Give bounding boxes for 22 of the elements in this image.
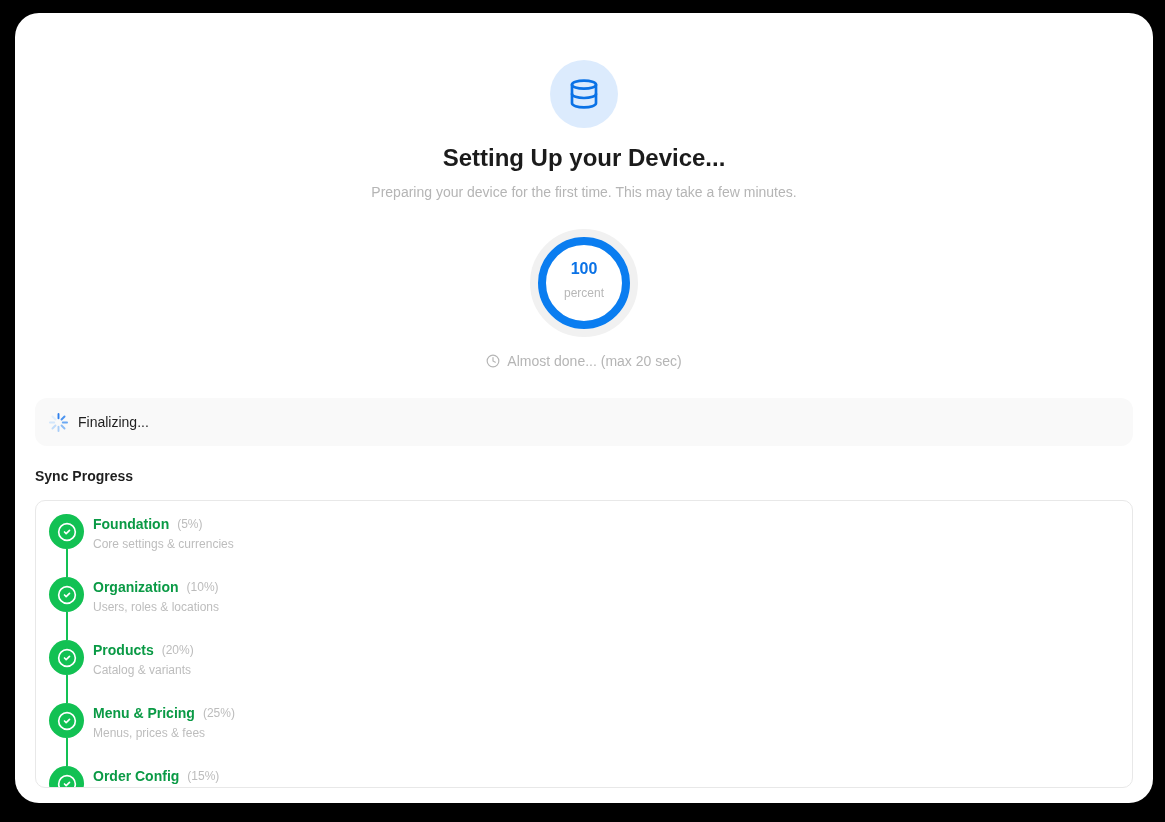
step-share: (10%) [186,579,219,595]
step-share: (20%) [161,642,194,658]
setup-subtitle: Preparing your device for the first time. This may take a few minutes. [371,183,797,202]
step-description: Catalog & variants [93,662,193,678]
clock-icon [486,354,501,368]
progress-value: 100 [570,259,598,279]
step-title: Order Config [93,767,180,785]
setup-title: Setting Up your Device... [442,143,726,173]
progress-unit: percent [564,285,604,301]
step-title: Foundation [93,515,170,533]
step-description: Menus, prices & fees [93,725,207,741]
step-title: Organization [93,578,179,596]
step-title: Products [93,641,154,659]
step-share: (25%) [202,705,235,721]
section-title: Sync Progress [35,467,134,486]
step-description: Core settings & currencies [93,536,234,552]
eta-text: Almost done... (max 20 sec) [507,352,682,371]
step-title: Menu & Pricing [93,704,195,722]
step-share: (5%) [177,516,203,532]
status-message: Finalizing... [78,413,149,432]
step-description: Users, roles & locations [93,599,220,615]
step-share: (15%) [187,768,220,784]
